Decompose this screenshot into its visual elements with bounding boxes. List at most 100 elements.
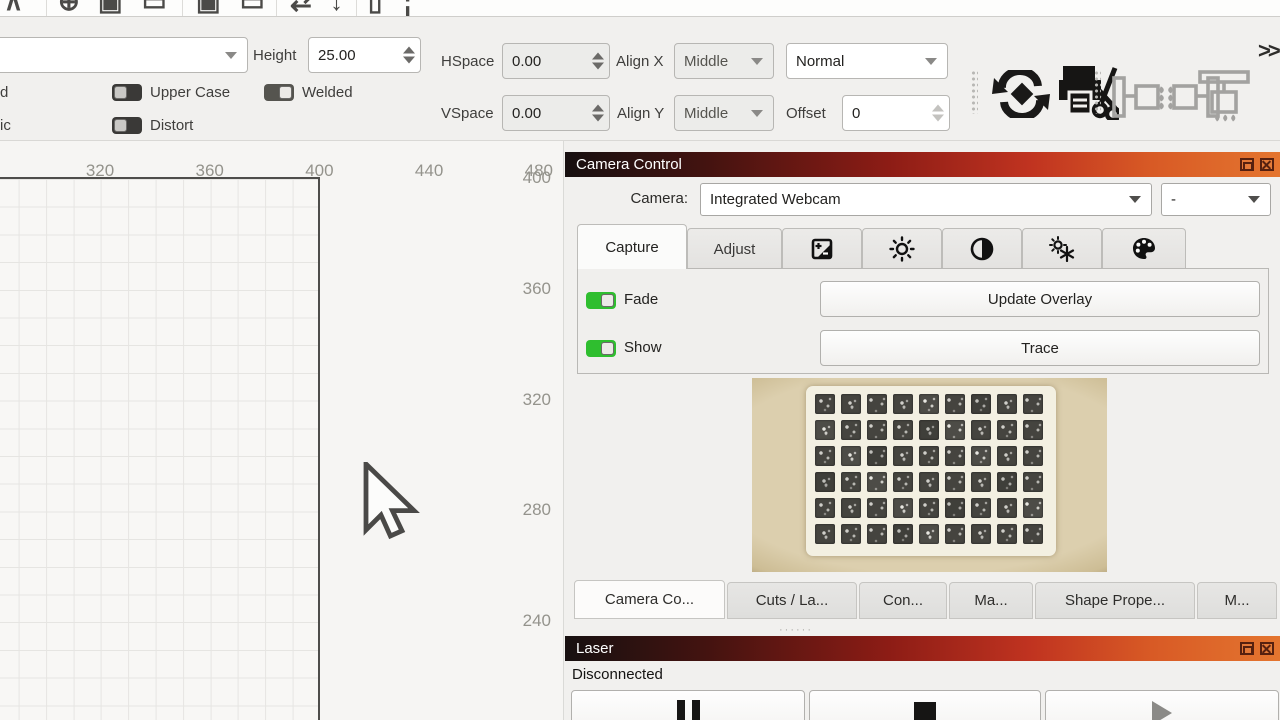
calibration-marker (997, 446, 1017, 466)
import-icon[interactable]: ↓ (330, 0, 343, 17)
align-x-select[interactable]: Middle (674, 43, 774, 79)
upper-case-label: Upper Case (150, 84, 230, 101)
welded-toggle[interactable] (264, 84, 294, 101)
align-x-value: Middle (684, 53, 751, 70)
tab-white-balance[interactable] (1022, 228, 1102, 269)
work-area-grid[interactable] (0, 177, 320, 720)
calibration-marker (893, 394, 913, 414)
dock-splitter[interactable] (563, 141, 564, 720)
upper-case-toggle[interactable] (112, 84, 142, 101)
camera-lens-select[interactable]: - (1161, 183, 1271, 216)
text-style-value: Normal (796, 53, 925, 70)
align-y-value: Middle (684, 105, 751, 122)
vspace-spinner[interactable]: 0.00 (502, 95, 610, 131)
dock-tab-move[interactable]: Ma... (949, 582, 1033, 619)
camera-select[interactable]: Integrated Webcam (700, 183, 1152, 216)
screen-paste-icon[interactable]: ▭ (142, 0, 167, 17)
calibration-marker (997, 394, 1017, 414)
distort-toggle[interactable] (112, 117, 142, 134)
tab-contrast[interactable] (942, 228, 1022, 269)
dock-tab-console[interactable]: Con... (859, 582, 947, 619)
welded-label: Welded (302, 84, 353, 101)
show-toggle[interactable] (586, 340, 616, 357)
refresh-devices-icon[interactable] (990, 70, 1052, 118)
v-ruler-label: 400 (501, 168, 551, 188)
offset-spinner[interactable]: 0 (842, 95, 950, 131)
calibration-marker (815, 498, 835, 518)
tab-adjust[interactable]: Adjust (687, 228, 782, 269)
info-icon[interactable]: ¦ (404, 0, 411, 17)
tab-exposure[interactable] (782, 228, 862, 269)
update-overlay-button[interactable]: Update Overlay (820, 281, 1260, 317)
v-ruler-label: 360 (501, 279, 551, 299)
laser-panel-title: Laser (565, 640, 614, 657)
toolbar-separator (276, 0, 277, 16)
text-options-toolbar: Height 25.00 HSpace 0.00 Align X Middle … (0, 18, 1280, 141)
calibration-marker (867, 524, 887, 544)
toolbar-drag-handle[interactable] (1094, 70, 1101, 114)
calibration-marker (919, 524, 939, 544)
distort-label: Distort (150, 117, 193, 134)
group-icon[interactable]: ▣ (196, 0, 221, 17)
start-button[interactable] (1045, 690, 1279, 720)
toolbar-drag-handle[interactable] (971, 70, 978, 114)
tab-brightness[interactable] (862, 228, 942, 269)
dock-tab-shape-properties[interactable]: Shape Prope... (1035, 582, 1195, 619)
vspace-label: VSpace (441, 105, 494, 122)
exposure-icon (810, 237, 834, 261)
toggle-knob (114, 119, 127, 132)
print-cut-icon[interactable] (1057, 64, 1119, 120)
laser-panel-header[interactable]: Laser (565, 636, 1280, 661)
align-y-select[interactable]: Middle (674, 95, 774, 131)
swap-icon[interactable]: ⇄ (290, 0, 312, 17)
calibration-marker (971, 524, 991, 544)
calibration-marker (945, 394, 965, 414)
calibration-marker (815, 446, 835, 466)
font-select[interactable] (0, 37, 248, 73)
close-panel-icon[interactable] (1260, 642, 1274, 655)
camera-panel-header[interactable]: Camera Control (565, 152, 1280, 177)
ungroup-icon[interactable]: ▭ (240, 0, 265, 17)
dock-tab-cuts-layers[interactable]: Cuts / La... (727, 582, 857, 619)
contrast-icon (969, 236, 995, 262)
panel-splitter-handle[interactable]: ······ (768, 624, 824, 636)
offset-shapes-icon[interactable]: ⊕ (58, 0, 80, 17)
workspace-canvas[interactable]: 320360400440480 400360320280240 (0, 141, 563, 720)
stop-button[interactable] (809, 690, 1041, 720)
height-spinner[interactable]: 25.00 (308, 37, 421, 73)
update-overlay-label: Update Overlay (988, 291, 1092, 308)
spinner-arrows-icon[interactable] (592, 53, 604, 70)
shape-icon[interactable]: ▯ (368, 0, 382, 17)
tab-capture[interactable]: Capture (577, 224, 687, 269)
tab-color-palette[interactable] (1102, 228, 1186, 269)
align-y-label: Align Y (617, 105, 664, 122)
calibration-marker (867, 498, 887, 518)
pause-button[interactable] (571, 690, 805, 720)
close-panel-icon[interactable] (1260, 158, 1274, 171)
float-panel-icon[interactable] (1240, 642, 1254, 655)
calibration-marker (893, 472, 913, 492)
laser-head-icon[interactable] (1196, 70, 1252, 126)
calibration-marker (1023, 420, 1043, 440)
screen-copy-icon[interactable]: ▣ (98, 0, 123, 17)
toolbar-separator (356, 0, 357, 16)
float-panel-icon[interactable] (1240, 158, 1254, 171)
spinner-arrows-icon[interactable] (932, 105, 944, 122)
dock-tab-label: Cuts / La... (756, 592, 829, 609)
calibration-marker (997, 420, 1017, 440)
fade-toggle[interactable] (586, 292, 616, 309)
spinner-arrows-icon[interactable] (592, 105, 604, 122)
h-ruler-label: 400 (294, 161, 344, 181)
camera-lens-value: - (1171, 191, 1248, 208)
pause-icon (677, 700, 700, 720)
text-style-select[interactable]: Normal (786, 43, 948, 79)
hspace-spinner[interactable]: 0.00 (502, 43, 610, 79)
dock-tab-more[interactable]: M... (1197, 582, 1277, 619)
dock-tab-camera-control[interactable]: Camera Co... (574, 580, 725, 619)
chevron-down-icon (1129, 196, 1141, 203)
spinner-arrows-icon[interactable] (403, 47, 415, 64)
toolbar-overflow-chevron[interactable]: >> (1258, 38, 1278, 64)
node-edit-icon[interactable]: ∧ (4, 0, 23, 17)
dock-tab-label: M... (1225, 592, 1250, 609)
trace-button[interactable]: Trace (820, 330, 1260, 366)
